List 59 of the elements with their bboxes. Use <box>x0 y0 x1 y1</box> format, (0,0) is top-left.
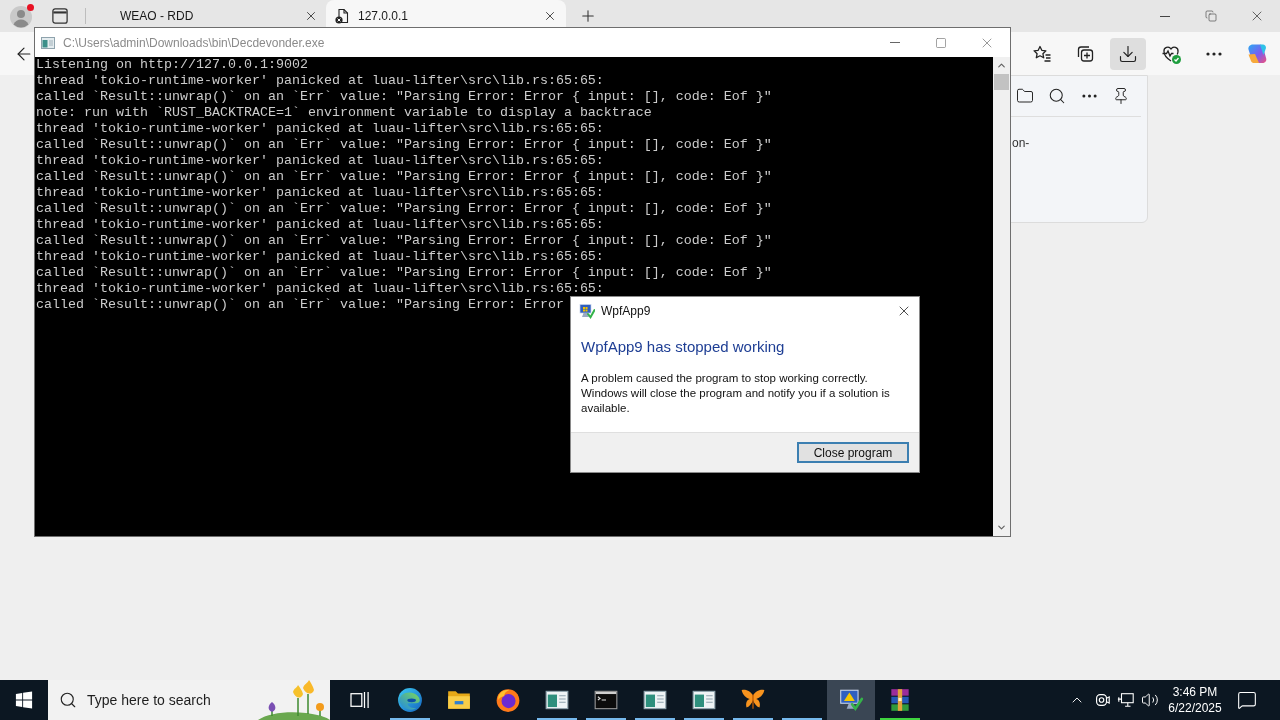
fox-browser-icon <box>495 687 521 713</box>
more-icon <box>1081 94 1097 98</box>
close-program-button[interactable]: Close program <box>797 442 909 463</box>
flowers-drawing <box>258 680 330 720</box>
task-view-icon <box>350 691 370 709</box>
document-error-icon <box>334 7 350 24</box>
console-line: thread 'tokio-runtime-worker' panicked at luau-lifter\src\lib.rs:65:65: <box>36 217 604 233</box>
browser-logo-icon <box>397 687 423 713</box>
dialog-heading: WpfApp9 has stopped working <box>581 337 785 357</box>
console-line: Listening on http://127.0.0.1:9002 <box>36 57 308 73</box>
notification-icon[interactable] <box>1237 690 1257 710</box>
window-icon <box>52 8 68 24</box>
console-line: called `Result::unwrap()` on an `Err` value: "Parsing Error: Error { input: [], code: Eof }" <box>36 265 772 281</box>
start-icon <box>15 691 33 709</box>
console-line: thread 'tokio-runtime-worker' panicked at luau-lifter\src\lib.rs:65:65: <box>36 281 604 297</box>
console-line: thread 'tokio-runtime-worker' panicked at luau-lifter\src\lib.rs:65:65: <box>36 185 604 201</box>
browser-tab[interactable]: WEAO - RDD <box>88 0 326 27</box>
dialog-message: A problem caused the program to stop working correctly. Windows will close the program and notify you if a solution is available. <box>581 371 891 416</box>
maximize-icon <box>935 36 947 49</box>
console-line: called `Result::unwrap()` on an `Err` value: "Parsing Error: Error { input: [], code: Eof }" <box>36 233 772 249</box>
search-box[interactable]: Type here to search <box>48 680 330 720</box>
folder-icon <box>1016 87 1034 105</box>
scrollbar-thumb[interactable] <box>994 74 1009 90</box>
plus-icon <box>579 7 597 25</box>
dialog-title: WpfApp9 <box>601 303 651 320</box>
monitor-warning-icon <box>838 687 864 713</box>
download-file-name: on- <box>1012 136 1030 150</box>
browser-tab[interactable]: 127.0.0.1 <box>326 0 566 27</box>
window-title: C:\Users\admin\Downloads\bin\Decdevonder.exe <box>63 34 325 52</box>
network-icon[interactable] <box>1117 691 1135 709</box>
console-line: called `Result::unwrap()` on an `Err` value: "Parsing Error: Error { input: [], code: Eof }" <box>36 201 772 217</box>
console-line: thread 'tokio-runtime-worker' panicked at luau-lifter\src\lib.rs:65:65: <box>36 73 604 89</box>
console-line: thread 'tokio-runtime-worker' panicked at luau-lifter\src\lib.rs:65:65: <box>36 121 604 137</box>
download-icon <box>1118 43 1138 64</box>
volume-icon[interactable] <box>1141 691 1159 709</box>
console-app-icon <box>41 36 55 49</box>
minimize-icon <box>1160 15 1170 17</box>
console-line: called `Result::unwrap()` on an `Err` value: "Parsing Error: Error { input: [], code: Eof }" <box>36 137 772 153</box>
console-line: thread 'tokio-runtime-worker' panicked at luau-lifter\src\lib.rs:65:65: <box>36 153 604 169</box>
console-line: called `Result::unwrap()` on an `Err` value: "Parsing Error: Error { input: [], code: Eof }" <box>36 169 772 185</box>
restore-icon <box>1205 10 1217 22</box>
search-icon <box>59 691 77 709</box>
camera-icon[interactable] <box>1093 691 1111 709</box>
search-input[interactable]: Type here to search <box>87 689 237 711</box>
collections-icon <box>1075 43 1095 64</box>
console-line: called `Result::unwrap()` on an `Err` value: "Parsing Error: Error { input: [], code: Eof }" <box>36 89 772 105</box>
search-icon <box>1048 87 1066 105</box>
console-line: thread 'tokio-runtime-worker' panicked at luau-lifter\src\lib.rs:65:65: <box>36 249 604 265</box>
console-line: note: run with `RUST_BACKTRACE=1` environment variable to display a backtrace <box>36 105 652 121</box>
profile-avatar-icon[interactable] <box>9 3 35 29</box>
console-line: called `Result::unwrap()` on an `Err` value: "Parsing Error: Error <box>36 297 564 313</box>
minimize-icon <box>890 42 900 43</box>
downloads-button[interactable] <box>1110 37 1146 70</box>
taskbar-clock[interactable]: 3:46 PM 6/22/2025 <box>1163 680 1227 720</box>
chevron-down-icon <box>996 522 1007 533</box>
star-list-icon <box>1032 43 1052 64</box>
pin-icon <box>1112 87 1130 105</box>
monitor-check-icon <box>579 303 595 319</box>
more-icon <box>1206 51 1222 56</box>
